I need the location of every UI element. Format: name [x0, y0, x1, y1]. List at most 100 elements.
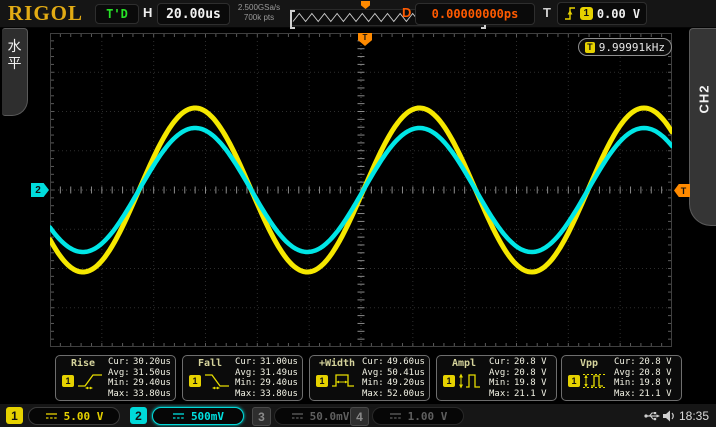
counter-icon: T	[585, 42, 595, 53]
channel-3-button[interactable]: 3	[252, 407, 271, 426]
trigger-level-readout: 0.00 V	[597, 7, 640, 21]
acquisition-info: 2.500GSa/s 700k pts	[230, 3, 288, 23]
usb-icon	[644, 410, 660, 422]
waveform-display	[50, 33, 672, 347]
row-label: Cur:	[362, 357, 387, 368]
dc-coupling-icon	[291, 412, 304, 420]
trigger-status-indicator: T'D	[95, 4, 139, 24]
row-label: Min:	[614, 378, 639, 389]
tab-ch2-menu[interactable]: CH2	[689, 28, 716, 226]
row-label: Cur:	[108, 357, 133, 368]
channel-4-button[interactable]: 4	[350, 407, 369, 426]
channel-4-scale-readout[interactable]: 1.00 V	[372, 407, 464, 425]
row-label: Cur:	[235, 357, 260, 368]
measurement-name: Fall	[198, 357, 222, 370]
channel-1-badge: 1	[568, 375, 580, 387]
row-label: Max:	[614, 389, 639, 400]
channel-1-badge: 1	[189, 375, 201, 387]
frequency-counter-badge: T 9.99991kHz	[578, 38, 672, 56]
fall-time-icon	[203, 372, 231, 390]
row-label: Max:	[108, 389, 133, 400]
measurement-name: +Width	[319, 357, 355, 370]
tab-horizontal-menu[interactable]: 水 平	[2, 28, 28, 116]
row-label: Min:	[108, 378, 133, 389]
channel-2-button[interactable]: 2	[130, 407, 147, 424]
brand-logo: RIGOL	[8, 1, 83, 26]
row-label: Max:	[362, 389, 387, 400]
preview-trigger-marker-icon[interactable]	[361, 1, 370, 9]
frequency-counter-value: 9.99991kHz	[599, 41, 665, 54]
speaker-icon	[663, 410, 676, 422]
measurement-box-ampl[interactable]: Ampl 1 Cur:20.8 V Avg:20.8 V Min:19.8 V …	[436, 355, 557, 401]
row-label: Cur:	[489, 357, 514, 368]
measurement-box-rise[interactable]: Rise 1 Cur:30.20us Avg:31.50us Min:29.40…	[55, 355, 176, 401]
memory-depth: 700k pts	[244, 13, 274, 22]
row-label: Avg:	[614, 368, 639, 379]
row-label: Max:	[489, 389, 514, 400]
rise-time-icon	[76, 372, 104, 390]
channel-1-badge: 1	[62, 375, 74, 387]
rising-edge-icon	[564, 6, 576, 21]
delay-readout[interactable]: 0.00000000ps	[415, 3, 535, 25]
measurement-max: 33.80us	[260, 389, 298, 400]
measurement-cur: 20.8 V	[639, 357, 672, 368]
trigger-source-channel-badge: 1	[580, 7, 593, 20]
trigger-level-marker[interactable]: T	[674, 184, 690, 197]
measurement-name: Rise	[71, 357, 95, 370]
tab-ch2-label: CH2	[696, 84, 711, 113]
trigger-label: T	[543, 5, 551, 20]
measurement-cur: 49.60us	[387, 357, 425, 368]
measurement-cur: 20.8 V	[514, 357, 547, 368]
header-bar: RIGOL T'D H 20.00us 2.500GSa/s 700k pts …	[0, 0, 716, 28]
channel-1-button[interactable]: 1	[6, 407, 23, 424]
row-label: Avg:	[235, 368, 260, 379]
channel-1-badge: 1	[316, 375, 328, 387]
row-label: Avg:	[489, 368, 514, 379]
measurement-max: 33.80us	[133, 389, 171, 400]
channel-1-scale-readout[interactable]: 5.00 V	[28, 407, 120, 425]
measurement-name: Ampl	[452, 357, 476, 370]
channel-2-scale-readout[interactable]: 500mV	[152, 407, 244, 425]
timebase-readout[interactable]: 20.00us	[157, 3, 230, 25]
channel-4-scale: 1.00 V	[408, 410, 448, 423]
channel-1-badge: 1	[443, 375, 455, 387]
measurement-min: 19.8 V	[639, 378, 672, 389]
row-label: Max:	[235, 389, 260, 400]
measurement-min: 19.8 V	[514, 378, 547, 389]
measurement-cur: 30.20us	[133, 357, 171, 368]
row-label: Min:	[235, 378, 260, 389]
trigger-settings-readout[interactable]: 1 0.00 V	[557, 2, 647, 25]
channel-2-scale: 500mV	[191, 410, 224, 423]
measurement-avg: 50.41us	[387, 368, 425, 379]
measurement-box-pwidth[interactable]: +Width 1 Cur:49.60us Avg:50.41us Min:49.…	[309, 355, 430, 401]
pos-width-icon	[330, 372, 358, 390]
measurement-max: 21.1 V	[514, 389, 547, 400]
measurement-min: 29.40us	[260, 378, 298, 389]
dc-coupling-icon	[45, 412, 58, 420]
measurement-avg: 20.8 V	[514, 368, 547, 379]
oscilloscope-screen: RIGOL T'D H 20.00us 2.500GSa/s 700k pts …	[0, 0, 716, 427]
measurement-name: Vpp	[580, 357, 598, 370]
delay-label: D	[402, 5, 411, 20]
measurement-avg: 20.8 V	[639, 368, 672, 379]
measurement-box-vpp[interactable]: Vpp 1 Cur:20.8 V Avg:20.8 V Min:19.8 V M…	[561, 355, 682, 401]
sample-rate: 2.500GSa/s	[238, 3, 280, 12]
row-label: Avg:	[108, 368, 133, 379]
dc-coupling-icon	[172, 412, 185, 420]
measurement-box-fall[interactable]: Fall 1 Cur:31.00us Avg:31.49us Min:29.40…	[182, 355, 303, 401]
measurement-avg: 31.49us	[260, 368, 298, 379]
row-label: Cur:	[614, 357, 639, 368]
row-label: Min:	[489, 378, 514, 389]
channel-1-scale: 5.00 V	[64, 410, 104, 423]
horizontal-label: H	[143, 5, 152, 20]
measurement-min: 29.40us	[133, 378, 171, 389]
channel-3-scale: 50.0mV	[310, 410, 350, 423]
ch2-position-marker[interactable]: 2	[31, 183, 49, 197]
preview-window-left-bracket-icon	[290, 10, 295, 29]
clock: 18:35	[679, 409, 709, 423]
row-label: Min:	[362, 378, 387, 389]
measurement-min: 49.20us	[387, 378, 425, 389]
dc-coupling-icon	[389, 412, 402, 420]
channel-status-bar: 1 5.00 V 2 500mV 3 50.0mV 4	[0, 403, 716, 427]
graticule-area	[50, 33, 672, 347]
